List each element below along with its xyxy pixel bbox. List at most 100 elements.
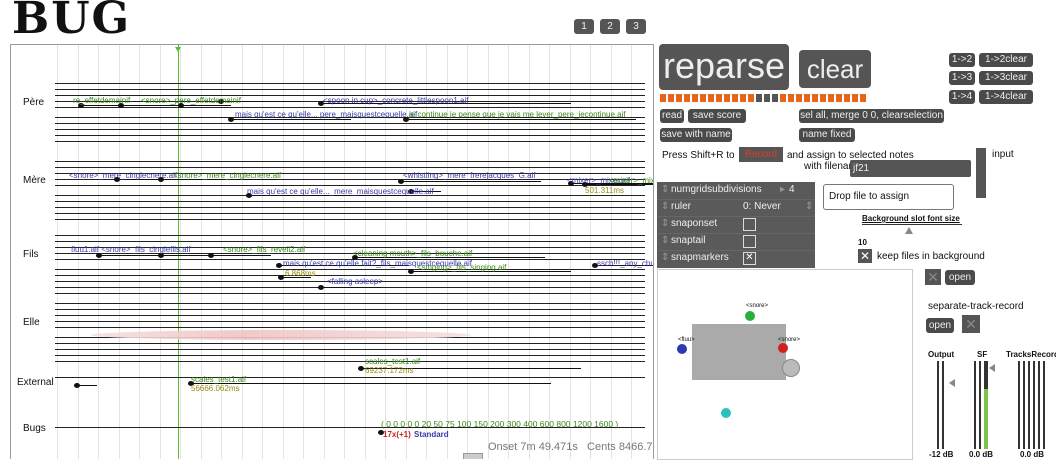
sf-meter bbox=[974, 361, 988, 449]
read-button[interactable]: read bbox=[660, 109, 684, 123]
staff-line bbox=[55, 129, 645, 130]
progress-square bbox=[748, 94, 754, 102]
merge-1-2-button[interactable]: 1->2 bbox=[949, 53, 975, 67]
note-duration-line bbox=[321, 287, 381, 288]
note-label: <snore>_pere_effetdemainif bbox=[141, 96, 241, 105]
note-label: <mixer>_mixer.aif bbox=[609, 176, 653, 185]
staff-line bbox=[55, 241, 645, 242]
note-duration-line bbox=[231, 119, 351, 120]
bg-font-size-slider[interactable] bbox=[862, 224, 962, 225]
filename-input[interactable]: jf21 bbox=[850, 160, 971, 177]
clear-button[interactable]: clear bbox=[799, 50, 871, 88]
note-head[interactable] bbox=[318, 285, 324, 290]
output-gain-thumb-icon[interactable] bbox=[949, 379, 955, 387]
waveform-elle bbox=[91, 330, 471, 340]
spat-source-green[interactable] bbox=[745, 311, 755, 321]
spatializer-panel[interactable]: <snore> <fluu> <snore> bbox=[657, 269, 913, 460]
spat-source-blue[interactable] bbox=[677, 344, 687, 354]
save-score-button[interactable]: save score bbox=[688, 109, 746, 123]
note-label: mais qu'est ce qu'elle... pere_maisquest… bbox=[235, 110, 418, 119]
numgrid-label: numgridsubdivisions bbox=[671, 184, 762, 195]
staff-line bbox=[55, 361, 645, 362]
note-head[interactable] bbox=[278, 275, 284, 280]
note-label: 69237.172ms bbox=[365, 366, 414, 375]
toggle-x-2[interactable]: ✕ bbox=[962, 315, 980, 333]
toggle-x-1[interactable]: ✕ bbox=[925, 269, 941, 285]
voice-label-bugs: Bugs bbox=[23, 423, 46, 434]
drop-file-area[interactable]: Drop file to assign bbox=[823, 184, 954, 210]
progress-square bbox=[660, 94, 666, 102]
merge-1-3-clear-button[interactable]: 1->3clear bbox=[979, 71, 1033, 85]
save-with-name-button[interactable]: save with name bbox=[660, 128, 732, 142]
voice-label-external: External bbox=[17, 377, 54, 388]
spat-source-cyan[interactable] bbox=[721, 408, 731, 418]
snaptail-checkbox[interactable] bbox=[743, 235, 756, 248]
progress-square bbox=[756, 94, 762, 102]
progress-square bbox=[788, 94, 794, 102]
merge-1-4-clear-button[interactable]: 1->4clear bbox=[979, 90, 1033, 104]
attribute-inspector[interactable]: ⇕ numgridsubdivisions ▸ 4 ⇕ ruler 0: Nev… bbox=[657, 182, 815, 268]
note-label: <cleaning mouth>_fils_bouche.aif bbox=[353, 249, 473, 258]
sf-gain-thumb-icon[interactable] bbox=[989, 364, 995, 372]
note-head[interactable] bbox=[408, 269, 414, 274]
staff-line bbox=[55, 293, 645, 294]
note-label: <whistling>_mere_frerejacques_G.aif bbox=[403, 171, 536, 180]
keep-files-checkbox[interactable]: ✕ bbox=[858, 249, 872, 263]
progress-square bbox=[668, 94, 674, 102]
note-duration-line bbox=[181, 105, 231, 106]
progress-square bbox=[828, 94, 834, 102]
spat-room bbox=[692, 324, 786, 380]
staff-line bbox=[55, 343, 645, 344]
listener-head-icon[interactable] bbox=[782, 359, 800, 377]
progress-square bbox=[740, 94, 746, 102]
tracks-meter bbox=[1018, 361, 1052, 449]
note-label: <spoon in cup>_concrete_littlespoon1.aif bbox=[323, 96, 469, 105]
merge-1-3-button[interactable]: 1->3 bbox=[949, 71, 975, 85]
reparse-button[interactable]: reparse bbox=[659, 44, 789, 90]
page-tab-3[interactable]: 3 bbox=[626, 19, 646, 34]
snapmarkers-checkbox-checked[interactable]: ✕ bbox=[743, 252, 756, 265]
input-label: input bbox=[992, 149, 1014, 160]
note-label: fluu1.aif <snore>_fils_cinglefils.aif bbox=[71, 245, 191, 254]
merge-1-2-clear-button[interactable]: 1->2clear bbox=[979, 53, 1033, 67]
slider-thumb-icon[interactable] bbox=[905, 227, 913, 234]
name-fixed-button[interactable]: name fixed bbox=[799, 128, 855, 142]
page-tab-2[interactable]: 2 bbox=[600, 19, 620, 34]
playhead-marker-icon[interactable] bbox=[175, 47, 181, 52]
sel-all-merge-button[interactable]: sel all, merge 0 0, clearselection bbox=[799, 109, 944, 123]
ruler-label: ruler bbox=[671, 201, 692, 212]
snapmarkers-label: snapmarkers bbox=[671, 252, 729, 263]
snaponset-checkbox[interactable] bbox=[743, 218, 756, 231]
note-duration-line bbox=[406, 119, 636, 120]
spat-label: <fluu> bbox=[678, 337, 695, 343]
scroll-handle[interactable] bbox=[463, 453, 483, 459]
merge-1-4-button[interactable]: 1->4 bbox=[949, 90, 975, 104]
note-head[interactable] bbox=[276, 263, 282, 268]
staff-line bbox=[55, 349, 645, 350]
open-button-2[interactable]: open bbox=[926, 318, 954, 333]
note-label: re_effetdemainif bbox=[73, 96, 131, 105]
note-head[interactable] bbox=[228, 117, 234, 122]
note-head[interactable] bbox=[358, 366, 364, 371]
note-head[interactable] bbox=[208, 253, 214, 258]
progress-square bbox=[820, 94, 826, 102]
record-button[interactable]: Record bbox=[739, 147, 783, 162]
bugs-sequence: ( 0 0 0 0 0 20 50 75 100 150 200 300 400… bbox=[381, 419, 619, 429]
progress-square bbox=[724, 94, 730, 102]
staff-line bbox=[55, 303, 645, 304]
page-tab-1[interactable]: 1 bbox=[574, 19, 594, 34]
note-head[interactable] bbox=[74, 383, 80, 388]
note-duration-line bbox=[77, 385, 97, 386]
press-shift-r-text: Press Shift+R to bbox=[662, 150, 735, 161]
numgrid-value[interactable]: 4 bbox=[789, 184, 795, 195]
progress-square bbox=[708, 94, 714, 102]
open-button-1[interactable]: open bbox=[945, 270, 975, 285]
score-editor[interactable]: Père Mère Fils Elle External Bugs re_eff… bbox=[10, 44, 654, 459]
progress-square bbox=[860, 94, 866, 102]
ruler-value[interactable]: 0: Never bbox=[743, 201, 781, 212]
spat-source-red[interactable] bbox=[778, 343, 788, 353]
note-label: <falling asleep> bbox=[327, 277, 384, 286]
progress-squares bbox=[660, 94, 870, 103]
input-meter bbox=[976, 148, 986, 198]
note-label: <singing>_fils_singing.aif bbox=[417, 263, 507, 272]
